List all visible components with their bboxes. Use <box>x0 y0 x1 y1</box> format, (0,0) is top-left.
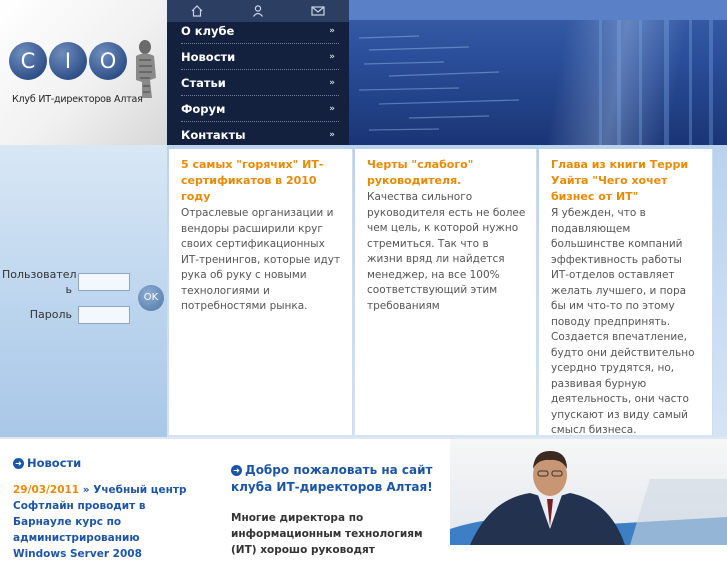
teaser-title[interactable]: 5 самых "горячих" ИТ-сертификатов в 2010… <box>181 157 342 205</box>
arrow-right-icon: ➜ <box>13 458 24 469</box>
arrow-right-icon: ➜ <box>231 465 242 476</box>
businessman-illustration <box>450 451 727 545</box>
username-label-wrap: ь <box>65 283 72 296</box>
home-icon[interactable] <box>190 4 204 18</box>
teaser-text: Отраслевые организации и вендоры расшири… <box>181 207 341 312</box>
welcome-heading: ➜ Добро пожаловать на сайт клуба ИТ-дирек… <box>231 462 451 496</box>
logo-letter-i: I <box>49 42 87 80</box>
news-separator: » <box>79 484 94 496</box>
nav-item-articles[interactable]: Статьи » <box>181 71 339 96</box>
chevron-icon: » <box>329 130 335 140</box>
chevron-icon: » <box>329 26 335 36</box>
teaser-card[interactable]: Глава из книги Терри Уайта "Чего хочет б… <box>539 149 713 436</box>
teaser-title[interactable]: Глава из книги Терри Уайта "Чего хочет б… <box>551 157 702 205</box>
teaser-card[interactable]: 5 самых "горячих" ИТ-сертификатов в 2010… <box>169 149 353 435</box>
logo-letter-c: C <box>9 42 47 80</box>
user-icon[interactable] <box>251 4 265 18</box>
nav-item-label: Контакты <box>181 128 246 142</box>
teaser-text: Я убежден, что в подавляющем большинстве… <box>551 207 695 436</box>
login-ok-button[interactable]: OK <box>138 285 164 311</box>
news-date: 29/03/2011 <box>13 484 80 496</box>
businessman-photo <box>450 439 727 545</box>
teaser-row: 5 самых "горячих" ИТ-сертификатов в 2010… <box>167 145 727 437</box>
chevron-icon: » <box>329 104 335 114</box>
nav-item-forum[interactable]: Форум » <box>181 97 339 122</box>
banner-top-band <box>349 0 727 20</box>
nav-item-about[interactable]: О клубе » <box>181 19 339 44</box>
logo-figure-icon <box>136 40 156 98</box>
welcome-text: Многие директора по информационным техно… <box>231 512 423 556</box>
username-input[interactable] <box>78 273 130 291</box>
news-heading[interactable]: ➜ Новости <box>13 456 81 470</box>
header-banner <box>349 0 727 145</box>
nav-item-news[interactable]: Новости » <box>181 45 339 70</box>
teaser-text: Качества сильного руководителя есть не б… <box>367 191 526 312</box>
news-item[interactable]: 29/03/2011 » Учебный центр Софтлайн пров… <box>13 482 193 562</box>
teaser-title[interactable]: Черты "слабого" руководителя. <box>367 157 526 189</box>
banner-code-pattern <box>358 20 713 145</box>
news-heading-label: Новости <box>27 456 82 470</box>
nav-item-label: Форум <box>181 102 226 116</box>
password-input[interactable] <box>78 306 130 324</box>
logo-letter-o: O <box>89 42 127 80</box>
main-nav: О клубе » Новости » Статьи » Форум » Кон… <box>167 0 349 145</box>
nav-item-label: Новости <box>181 50 236 64</box>
username-label: Пользовател <box>2 268 77 281</box>
nav-item-label: О клубе <box>181 24 235 38</box>
logo-caption: Клуб ИТ-директоров Алтая <box>12 94 143 105</box>
chevron-icon: » <box>329 52 335 62</box>
mail-icon[interactable] <box>311 4 325 18</box>
nav-item-contacts[interactable]: Контакты » <box>181 123 339 147</box>
welcome-heading-label: Добро пожаловать на сайт клуба ИТ-директ… <box>231 463 433 494</box>
chevron-icon: » <box>329 78 335 88</box>
logo-area[interactable]: C I O Клуб ИТ-директоров Алтая <box>0 0 167 145</box>
nav-item-label: Статьи <box>181 76 226 90</box>
teaser-card[interactable]: Черты "слабого" руководителя. Качества с… <box>355 149 537 435</box>
password-label: Пароль <box>29 308 72 321</box>
